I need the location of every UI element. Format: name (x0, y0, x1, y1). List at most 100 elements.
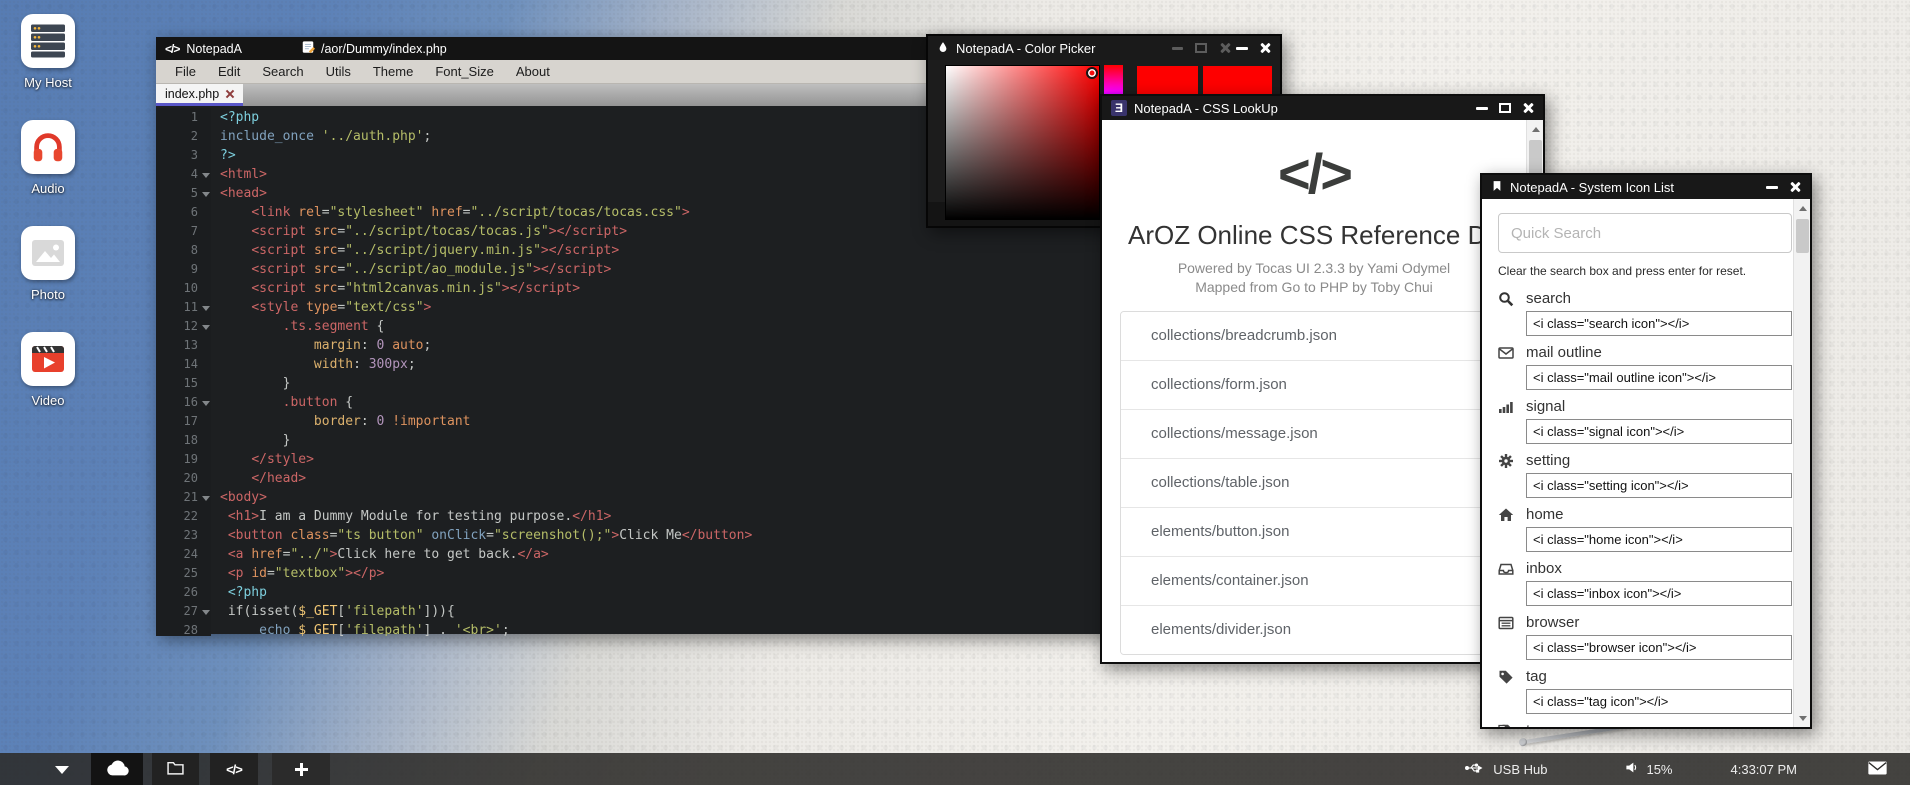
folder-icon (167, 761, 184, 778)
css-lookup-title: NotepadA - CSS LookUp (1134, 101, 1278, 116)
icon-code-input[interactable] (1526, 581, 1792, 606)
code-line[interactable]: 17 border: 0 !important (156, 412, 1110, 431)
fold-arrow-icon[interactable] (202, 306, 210, 315)
maximize-button[interactable] (1499, 103, 1511, 113)
code-line[interactable]: 15 } (156, 374, 1110, 393)
code-line[interactable]: 22 <h1>I am a Dummy Module for testing p… (156, 507, 1110, 526)
desktop-icon-audio[interactable]: Audio (13, 120, 83, 196)
app-close-icon[interactable] (1219, 42, 1231, 54)
menu-item-search[interactable]: Search (251, 64, 314, 79)
code-line[interactable]: 23 <button class="ts button" onClick="sc… (156, 526, 1110, 545)
tab-index-php[interactable]: index.php (156, 84, 243, 106)
app-maximize-icon[interactable] (1195, 43, 1207, 53)
icon-code-input[interactable] (1526, 365, 1792, 390)
color-cursor[interactable] (1086, 67, 1098, 79)
selected-color-swatch[interactable] (1137, 66, 1198, 96)
minimize-button[interactable] (1236, 47, 1248, 50)
menu-item-utils[interactable]: Utils (315, 64, 362, 79)
desktop-icon-column: My Host Audio Photo Video (13, 14, 83, 438)
css-doc-item[interactable]: collections/table.json (1121, 458, 1517, 507)
css-doc-item[interactable]: elements/button.json (1121, 507, 1517, 556)
code-line[interactable]: 25 <p id="textbox"></p> (156, 564, 1110, 583)
desktop-icon-photo[interactable]: Photo (13, 226, 83, 302)
code-line[interactable]: 16 .button { (156, 393, 1110, 412)
fold-arrow-icon[interactable] (202, 401, 210, 410)
icon-code-input[interactable] (1526, 473, 1792, 498)
notifications[interactable] (1867, 761, 1888, 778)
taskbar-cloud-tile[interactable] (91, 753, 143, 785)
icon-code-input[interactable] (1526, 635, 1792, 660)
css-doc-item[interactable]: elements/container.json (1121, 556, 1517, 605)
icon-list-titlebar[interactable]: NotepadA - System Icon List (1482, 175, 1810, 199)
taskbar-add-tile[interactable] (272, 753, 330, 785)
css-doc-item[interactable]: collections/message.json (1121, 409, 1517, 458)
fold-arrow-icon[interactable] (202, 610, 210, 619)
close-button[interactable] (1789, 181, 1801, 193)
close-button[interactable] (1259, 42, 1271, 54)
icon-code-input[interactable] (1526, 689, 1792, 714)
server-icon (21, 14, 75, 68)
icon-code-input[interactable] (1526, 527, 1792, 552)
minimize-button[interactable] (1476, 107, 1488, 110)
clock[interactable]: 4:33:07 PM (1731, 762, 1798, 777)
menu-item-about[interactable]: About (505, 64, 561, 79)
preview-color-swatch[interactable] (1203, 66, 1272, 96)
minimize-button[interactable] (1766, 186, 1778, 189)
fold-arrow-icon[interactable] (202, 173, 210, 182)
code-line[interactable]: 20 </head> (156, 469, 1110, 488)
fold-arrow-icon[interactable] (202, 325, 210, 334)
code-line[interactable]: 12 .ts.segment { (156, 317, 1110, 336)
css-lookup-titlebar[interactable]: Ǝ NotepadA - CSS LookUp (1102, 96, 1543, 120)
code-line[interactable]: 27 if(isset($_GET['filepath'])){ (156, 602, 1110, 621)
color-picker-titlebar[interactable]: NotepadA - Color Picker (928, 36, 1280, 60)
code-line[interactable]: 19 </style> (156, 450, 1110, 469)
icon-code-input[interactable] (1526, 419, 1792, 444)
taskbar-notepada-tile[interactable]: </> (210, 753, 258, 785)
desktop-icon-my-host[interactable]: My Host (13, 14, 83, 90)
line-number: 5 (156, 184, 211, 203)
system-icon-list-window: NotepadA - System Icon List Clear the se… (1480, 173, 1812, 729)
code-line[interactable]: 9 <script src="../script/ao_module.js"><… (156, 260, 1110, 279)
fold-arrow-icon[interactable] (202, 496, 210, 505)
close-button[interactable] (1522, 102, 1534, 114)
menu-item-edit[interactable]: Edit (207, 64, 251, 79)
taskbar-expand-caret-icon[interactable] (55, 766, 69, 781)
scrollbar-thumb[interactable] (1796, 219, 1809, 253)
code-line[interactable]: 11 <style type="text/css"> (156, 298, 1110, 317)
tab-close-icon[interactable] (226, 90, 234, 98)
scroll-up-button[interactable] (1527, 120, 1543, 137)
css-doc-item[interactable]: collections/form.json (1121, 360, 1517, 409)
code-line[interactable]: 24 <a href="../">Click here to get back.… (156, 545, 1110, 564)
desktop-icon-video[interactable]: Video (13, 332, 83, 408)
code-line[interactable]: 10 <script src="html2canvas.min.js"></sc… (156, 279, 1110, 298)
usb-status[interactable]: USB Hub (1465, 762, 1547, 777)
code-line[interactable]: 8 <script src="../script/jquery.min.js">… (156, 241, 1110, 260)
icon-entry-browser: browser (1498, 612, 1793, 660)
app-minimize-icon[interactable] (1172, 47, 1183, 50)
menu-item-theme[interactable]: Theme (362, 64, 424, 79)
scrollbar[interactable] (1793, 199, 1810, 727)
fold-arrow-icon[interactable] (202, 192, 210, 201)
menu-item-file[interactable]: File (164, 64, 207, 79)
code-line[interactable]: 18 } (156, 431, 1110, 450)
code-line[interactable]: 28 echo $_GET['filepath'] . '<br>'; (156, 621, 1110, 636)
taskbar-file-manager-tile[interactable] (152, 753, 199, 785)
menu-item-font_size[interactable]: Font_Size (424, 64, 505, 79)
line-number: 7 (156, 222, 211, 241)
volume-status[interactable]: 15% (1625, 761, 1672, 777)
scroll-up-button[interactable] (1794, 199, 1810, 216)
code-line[interactable]: 14 width: 300px; (156, 355, 1110, 374)
code-line[interactable]: 13 margin: 0 auto; (156, 336, 1110, 355)
line-number: 15 (156, 374, 211, 393)
line-number: 11 (156, 298, 211, 317)
code-line[interactable]: 21<body> (156, 488, 1110, 507)
icon-code-input[interactable] (1526, 311, 1792, 336)
css-doc-item[interactable]: collections/breadcrumb.json (1121, 312, 1517, 360)
quick-search-input[interactable] (1498, 213, 1792, 253)
scroll-down-button[interactable] (1794, 710, 1810, 727)
code-line[interactable]: 26 <?php (156, 583, 1110, 602)
mail-icon (1867, 761, 1888, 778)
saturation-value-square[interactable] (945, 65, 1100, 220)
line-number: 22 (156, 507, 211, 526)
css-doc-item[interactable]: elements/divider.json (1121, 605, 1517, 654)
